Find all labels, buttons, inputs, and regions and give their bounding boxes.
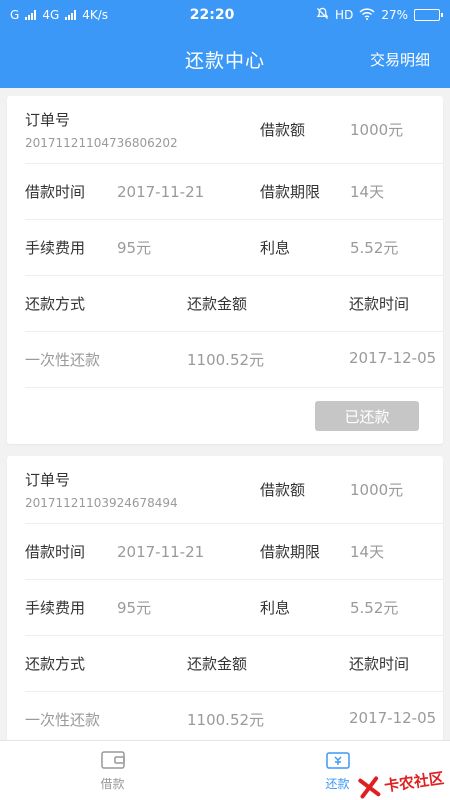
loan-time-label: 借款时间 — [25, 183, 86, 201]
battery-percent: 27% — [381, 8, 408, 22]
order-no-label: 订单号 — [25, 111, 71, 129]
repay-time-value: 2017-12-05 — [349, 709, 437, 727]
repay-method-value: 一次性还款 — [25, 351, 101, 369]
status-time: 22:20 — [189, 7, 235, 23]
order-no-label: 订单号 — [25, 471, 71, 489]
repay-header-row: 还款方式 还款金额 还款时间 — [25, 636, 443, 692]
interest-value: 5.52元 — [350, 239, 399, 257]
order-list: 订单号 20171121104736806202 借款额 1000元 借款时间 … — [0, 88, 450, 748]
page-title: 还款中心 — [184, 49, 265, 72]
fee-row: 手续费用 95元 利息 5.52元 — [25, 580, 443, 636]
nav-bar: 还款中心 交易明细 — [0, 30, 450, 88]
repay-time-label: 还款时间 — [349, 655, 410, 673]
repay-amount-label: 还款金额 — [187, 295, 248, 313]
signal-icon — [25, 10, 37, 20]
repay-method-label: 还款方式 — [25, 655, 86, 673]
order-no-value: 20171121103924678494 — [25, 496, 178, 510]
order-number-block: 订单号 20171121103924678494 — [25, 469, 260, 510]
loan-term-value: 14天 — [350, 543, 385, 561]
status-right: HD 27% — [316, 7, 443, 23]
loan-time-value: 2017-11-21 — [117, 542, 205, 561]
top-bar: G 4G 4K/s 22:20 HD 27% 还款中心 交易明细 — [0, 0, 450, 88]
hd-label: HD — [335, 8, 354, 22]
loan-time-value: 2017-11-21 — [117, 182, 205, 201]
order-row-header: 订单号 20171121103924678494 借款额 1000元 — [25, 456, 443, 524]
fee-value: 95元 — [117, 239, 152, 257]
watermark-icon — [358, 776, 381, 799]
repay-value-row: 一次性还款 1100.52元 2017-12-05 — [25, 332, 443, 388]
loan-amount-label: 借款额 — [260, 481, 306, 499]
loan-time-label: 借款时间 — [25, 543, 86, 561]
wallet-icon — [100, 751, 125, 769]
fee-label: 手续费用 — [25, 599, 86, 617]
wifi-icon — [359, 7, 375, 23]
mute-icon — [316, 7, 329, 23]
loan-term-label: 借款期限 — [260, 543, 321, 561]
carrier-label: G — [10, 8, 20, 22]
repay-header-row: 还款方式 还款金额 还款时间 — [25, 276, 443, 332]
repay-amount-value: 1100.52元 — [187, 711, 265, 729]
loan-term-value: 14天 — [350, 183, 385, 201]
repaid-button[interactable]: 已还款 — [315, 401, 419, 431]
fee-row: 手续费用 95元 利息 5.52元 — [25, 220, 443, 276]
loan-amount-value: 1000元 — [350, 121, 404, 139]
tab-repay-label: 还款 — [325, 777, 350, 791]
order-row-header: 订单号 20171121104736806202 借款额 1000元 — [25, 96, 443, 164]
order-no-value: 20171121104736806202 — [25, 136, 178, 150]
repay-time-label: 还款时间 — [349, 295, 410, 313]
repay-amount-label: 还款金额 — [187, 655, 248, 673]
fee-label: 手续费用 — [25, 239, 86, 257]
repay-method-value: 一次性还款 — [25, 711, 101, 729]
loan-term-label: 借款期限 — [260, 183, 321, 201]
order-card: 订单号 20171121104736806202 借款额 1000元 借款时间 … — [7, 96, 443, 444]
network-label: 4G — [42, 8, 60, 22]
status-left: G 4G 4K/s — [10, 8, 108, 22]
signal-icon-2 — [65, 10, 77, 20]
interest-label: 利息 — [260, 239, 291, 257]
order-number-block: 订单号 20171121104736806202 — [25, 109, 260, 150]
loan-time-row: 借款时间 2017-11-21 借款期限 14天 — [25, 164, 443, 220]
repay-icon — [325, 752, 350, 769]
app-root: G 4G 4K/s 22:20 HD 27% 还款中心 交易明细 订单号 201… — [0, 0, 450, 800]
fee-value: 95元 — [117, 599, 152, 617]
repay-method-label: 还款方式 — [25, 295, 86, 313]
tab-borrow-label: 借款 — [100, 777, 125, 791]
repay-time-value: 2017-12-05 — [349, 349, 437, 367]
battery-icon — [413, 9, 443, 21]
loan-amount-value: 1000元 — [350, 481, 404, 499]
status-bar: G 4G 4K/s 22:20 HD 27% — [0, 0, 450, 30]
interest-value: 5.52元 — [350, 599, 399, 617]
tab-borrow[interactable]: 借款 — [0, 741, 225, 800]
loan-amount-label: 借款额 — [260, 121, 306, 139]
loan-time-row: 借款时间 2017-11-21 借款期限 14天 — [25, 524, 443, 580]
repay-amount-value: 1100.52元 — [187, 351, 265, 369]
interest-label: 利息 — [260, 599, 291, 617]
order-card: 订单号 20171121103924678494 借款额 1000元 借款时间 … — [7, 456, 443, 748]
transaction-detail-link[interactable]: 交易明细 — [370, 49, 430, 70]
status-button-row: 已还款 — [25, 388, 443, 444]
speed-label: 4K/s — [82, 8, 109, 22]
